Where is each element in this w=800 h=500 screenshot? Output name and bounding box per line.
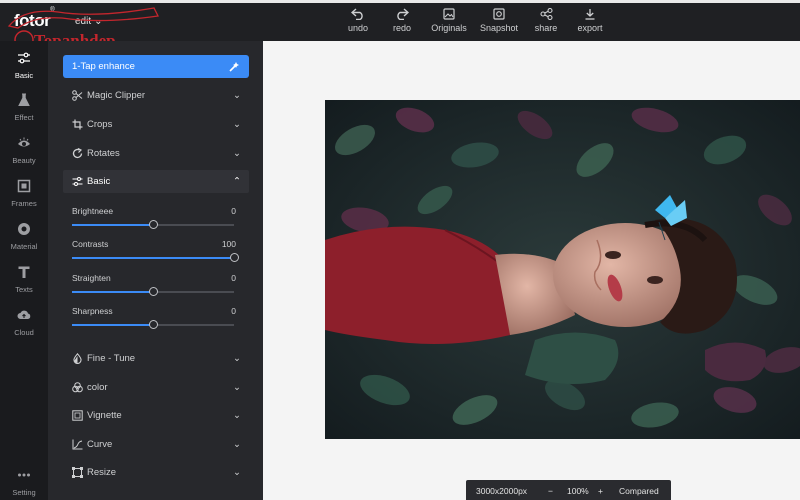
row-fine-tune[interactable]: Fine - Tune ⌄ [63,347,249,370]
slider-track[interactable] [72,287,234,296]
redo-icon [397,8,409,20]
resize-icon [72,467,83,478]
chevron-down-icon: ⌄ [233,148,241,159]
undo-button[interactable]: undo [338,6,378,33]
image-dimensions: 3000x2000px [476,486,528,496]
sliders-icon [72,177,83,186]
more-icon [18,473,30,477]
zoom-in-button[interactable]: + [598,486,603,496]
download-icon [585,9,595,20]
chevron-down-icon: ⌄ [233,90,241,101]
frame-icon [17,179,31,193]
droplet-icon [73,353,82,364]
scissors-icon [72,90,83,101]
chevron-down-icon: ⌄ [233,119,241,130]
chevron-down-icon: ⌄ [233,353,241,364]
one-tap-enhance-button[interactable]: 1-Tap enhance [63,55,249,78]
row-curve[interactable]: Curve ⌄ [63,433,249,456]
share-button[interactable]: share [526,6,566,33]
slider-handle[interactable] [230,253,239,262]
row-resize[interactable]: Resize ⌄ [63,461,249,484]
chevron-down-icon: ⌄ [233,439,241,450]
slider-fill [72,224,153,226]
rail-item-setting[interactable]: Setting [0,468,48,497]
color-icon [72,382,83,393]
export-button[interactable]: export [570,6,610,33]
slider-fill [72,257,234,259]
row-rotates[interactable]: Rotates ⌄ [63,142,249,165]
rotate-icon [72,148,83,159]
snapshot-icon [493,8,505,20]
slider-handle[interactable] [149,220,158,229]
slider-fill [72,291,153,293]
toolbar: undo redo Originals Snapshot share expor… [338,6,614,33]
crop-icon [72,119,83,130]
material-icon [18,223,30,235]
slider-track[interactable] [72,320,234,329]
editor-canvas: 3000x2000px − 100% + Compared [263,41,800,500]
chevron-down-icon: ⌄ [233,410,241,421]
rail-item-frames[interactable]: Frames [0,179,48,208]
row-color[interactable]: color ⌄ [63,376,249,399]
vignette-icon [72,410,83,421]
slider-fill [72,324,153,326]
cloud-icon [17,310,31,319]
share-icon [539,8,553,20]
tool-panel: 1-Tap enhance Magic Clipper ⌄ Crops ⌄ Ro… [48,41,263,500]
chevron-down-icon: ⌄ [233,382,241,393]
zoom-level: 100% [567,486,589,496]
compare-button[interactable]: Compared [619,486,659,496]
rail-item-cloud[interactable]: Cloud [0,308,48,337]
category-rail: Basic Effect Beauty Frames Material Text… [0,41,48,500]
chevron-down-icon: ⌄ [233,467,241,478]
status-bar: 3000x2000px − 100% + Compared [466,480,671,500]
undo-icon [351,8,363,20]
image-icon [443,8,455,20]
slider-handle[interactable] [149,320,158,329]
row-magic-clipper[interactable]: Magic Clipper ⌄ [63,84,249,107]
flask-icon [18,93,30,106]
rail-item-effect[interactable]: Effect [0,93,48,122]
originals-button[interactable]: Originals [426,6,472,33]
sliders-icon [18,52,30,64]
rail-item-material[interactable]: Material [0,222,48,251]
text-icon [18,266,30,278]
rail-item-basic[interactable]: Basic [0,51,48,80]
slider-track[interactable] [72,253,239,262]
top-divider [0,0,800,3]
slider-track[interactable] [72,220,234,229]
row-basic[interactable]: Basic ⌃ [63,170,249,193]
photo-image [325,100,800,439]
rail-item-beauty[interactable]: Beauty [0,136,48,165]
slider-handle[interactable] [149,287,158,296]
row-vignette[interactable]: Vignette ⌄ [63,404,249,427]
magic-wand-icon [229,62,239,72]
eye-icon [18,137,30,147]
top-bar: fotor® edit⌄ Topanhdep undo redo Origina… [0,0,800,50]
snapshot-button[interactable]: Snapshot [476,6,522,33]
row-crops[interactable]: Crops ⌄ [63,113,249,136]
rail-item-texts[interactable]: Texts [0,265,48,294]
curve-icon [72,439,83,450]
redo-button[interactable]: redo [382,6,422,33]
chevron-up-icon: ⌃ [233,176,241,187]
photo-preview[interactable] [325,100,800,439]
zoom-out-button[interactable]: − [548,486,553,496]
